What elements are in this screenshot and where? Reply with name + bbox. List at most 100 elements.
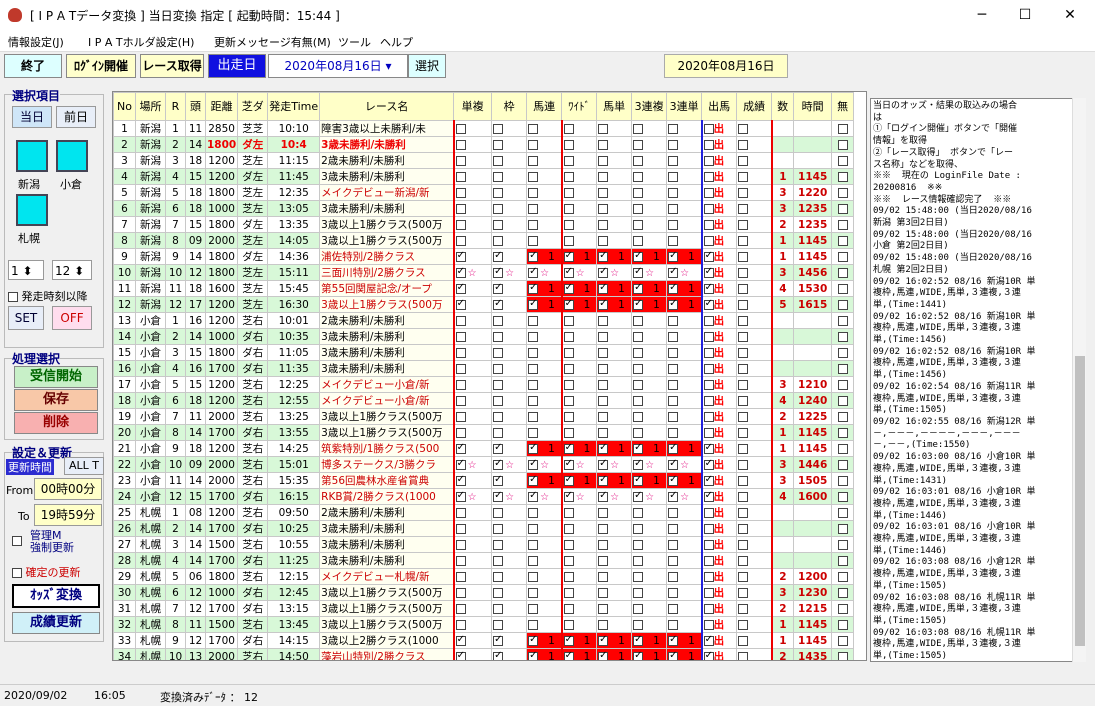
odds-cell[interactable] bbox=[452, 136, 493, 153]
odds-cell[interactable] bbox=[452, 152, 493, 169]
manage-checkbox[interactable] bbox=[12, 534, 22, 547]
delete-button[interactable]: 削除 bbox=[14, 412, 98, 434]
odds-cell[interactable] bbox=[596, 568, 633, 585]
odds-cell[interactable]: 1 bbox=[526, 248, 563, 265]
odds-cell[interactable] bbox=[596, 376, 633, 393]
odds-cell[interactable] bbox=[560, 408, 598, 425]
odds-cell[interactable]: 1 bbox=[596, 248, 633, 265]
none-cell[interactable] bbox=[831, 184, 855, 201]
venue-toggle-sapporo[interactable] bbox=[16, 194, 48, 226]
odds-cell[interactable] bbox=[666, 408, 703, 425]
odds-cell[interactable] bbox=[491, 328, 528, 345]
table-row[interactable]: 10新潟10121800芝左15:11三面川特別/2勝クラス☆☆☆☆☆☆☆出31… bbox=[113, 264, 855, 281]
date-select[interactable]: 2020年08月16日 ▾ bbox=[268, 54, 408, 78]
shutsuba-cell[interactable]: 出 bbox=[700, 424, 738, 441]
odds-cell[interactable] bbox=[526, 312, 563, 329]
odds-cell[interactable] bbox=[452, 216, 493, 233]
odds-cell[interactable] bbox=[666, 392, 703, 409]
none-cell[interactable] bbox=[831, 424, 855, 441]
odds-cell[interactable] bbox=[491, 536, 528, 553]
shutsuba-cell[interactable]: 出 bbox=[700, 184, 738, 201]
odds-cell[interactable]: ☆ bbox=[491, 456, 528, 473]
odds-cell[interactable] bbox=[666, 552, 703, 569]
odds-cell[interactable] bbox=[596, 536, 633, 553]
table-row[interactable]: 15 小倉 3 15 1800 ダ右 11:05 3歳未勝利/未勝利出 bbox=[113, 344, 855, 361]
none-cell[interactable] bbox=[831, 264, 855, 281]
shutsuba-cell[interactable]: 出 bbox=[700, 280, 738, 297]
odds-cell[interactable] bbox=[452, 296, 493, 313]
odds-cell[interactable] bbox=[631, 408, 668, 425]
odds-cell[interactable] bbox=[452, 360, 493, 377]
odds-cell[interactable]: ☆ bbox=[596, 456, 633, 473]
odds-cell[interactable] bbox=[526, 392, 563, 409]
from-time-field[interactable]: 00時00分 bbox=[34, 478, 102, 500]
off-button[interactable]: OFF bbox=[52, 306, 92, 330]
odds-cell[interactable] bbox=[631, 376, 668, 393]
result-cell[interactable] bbox=[736, 280, 773, 297]
odds-cell[interactable] bbox=[596, 392, 633, 409]
shutsuba-cell[interactable]: 出 bbox=[700, 120, 738, 137]
odds-cell[interactable]: 1 bbox=[596, 648, 633, 660]
shutsuba-cell[interactable]: 出 bbox=[700, 168, 738, 185]
odds-cell[interactable] bbox=[526, 600, 563, 617]
odds-cell[interactable] bbox=[560, 152, 598, 169]
odds-cell[interactable] bbox=[526, 184, 563, 201]
select-button[interactable]: 選択 bbox=[408, 54, 446, 78]
odds-cell[interactable]: ☆ bbox=[666, 264, 703, 281]
odds-cell[interactable]: ☆ bbox=[491, 264, 528, 281]
odds-cell[interactable] bbox=[631, 232, 668, 249]
none-cell[interactable] bbox=[831, 200, 855, 217]
odds-cell[interactable] bbox=[452, 344, 493, 361]
odds-cell[interactable] bbox=[631, 520, 668, 537]
odds-cell[interactable] bbox=[596, 168, 633, 185]
odds-cell[interactable] bbox=[631, 328, 668, 345]
shutsuba-cell[interactable]: 出 bbox=[700, 584, 738, 601]
table-row[interactable]: 16 小倉 4 16 1700 ダ右 11:35 3歳未勝利/未勝利出 bbox=[113, 360, 855, 377]
none-cell[interactable] bbox=[831, 168, 855, 185]
none-cell[interactable] bbox=[831, 584, 855, 601]
shutsuba-cell[interactable]: 出 bbox=[700, 200, 738, 217]
odds-cell[interactable] bbox=[491, 296, 528, 313]
shutsuba-cell[interactable]: 出 bbox=[700, 232, 738, 249]
none-cell[interactable] bbox=[831, 536, 855, 553]
race-grid[interactable]: No 場所 R 頭距離 芝ダ 発走Time レース名 単複枠馬連 ﾜｲﾄﾞ 馬単 3連複 3連単 出馬成… bbox=[112, 91, 867, 661]
odds-cell[interactable] bbox=[491, 600, 528, 617]
result-cell[interactable] bbox=[736, 200, 773, 217]
odds-cell[interactable] bbox=[560, 376, 598, 393]
odds-cell[interactable] bbox=[491, 312, 528, 329]
odds-cell[interactable] bbox=[491, 552, 528, 569]
odds-cell[interactable] bbox=[631, 200, 668, 217]
shutsuba-cell[interactable]: 出 bbox=[700, 504, 738, 521]
table-row[interactable]: 13 小倉 1 16 1200 芝右 10:01 2歳未勝利/未勝利 出 bbox=[113, 312, 855, 329]
odds-cell[interactable] bbox=[631, 312, 668, 329]
result-cell[interactable] bbox=[736, 456, 773, 473]
odds-cell[interactable]: 1 bbox=[596, 296, 633, 313]
odds-cell[interactable] bbox=[526, 520, 563, 537]
odds-cell[interactable] bbox=[452, 472, 493, 489]
odds-cell[interactable] bbox=[596, 120, 633, 137]
odds-cell[interactable]: 1 bbox=[666, 248, 703, 265]
odds-cell[interactable] bbox=[631, 568, 668, 585]
table-row[interactable]: 22小倉10092000芝右15:01博多ステークス/3勝クラ ☆ ☆ ☆ ☆ ☆ ☆ ☆ 出 3… bbox=[113, 456, 855, 473]
odds-cell[interactable] bbox=[666, 616, 703, 633]
table-row[interactable]: 4 新潟 4 15 1200 ダ左 11:45 3歳未勝利/未勝利出 1 1145 bbox=[113, 168, 855, 185]
none-cell[interactable] bbox=[831, 392, 855, 409]
shutsuba-cell[interactable]: 出 bbox=[700, 472, 738, 489]
none-cell[interactable] bbox=[831, 232, 855, 249]
odds-cell[interactable] bbox=[560, 344, 598, 361]
odds-cell[interactable] bbox=[631, 152, 668, 169]
odds-cell[interactable] bbox=[526, 232, 563, 249]
odds-cell[interactable] bbox=[491, 408, 528, 425]
shutsuba-cell[interactable]: 出 bbox=[700, 488, 738, 505]
odds-cell[interactable] bbox=[596, 184, 633, 201]
odds-cell[interactable] bbox=[560, 536, 598, 553]
odds-cell[interactable]: 1 bbox=[560, 248, 598, 265]
odds-cell[interactable] bbox=[452, 632, 493, 649]
odds-cell[interactable] bbox=[491, 392, 528, 409]
odds-cell[interactable] bbox=[560, 328, 598, 345]
result-cell[interactable] bbox=[736, 328, 773, 345]
shutsuba-cell[interactable]: 出 bbox=[700, 648, 738, 660]
odds-cell[interactable] bbox=[560, 504, 598, 521]
odds-cell[interactable] bbox=[666, 168, 703, 185]
odds-cell[interactable] bbox=[666, 568, 703, 585]
